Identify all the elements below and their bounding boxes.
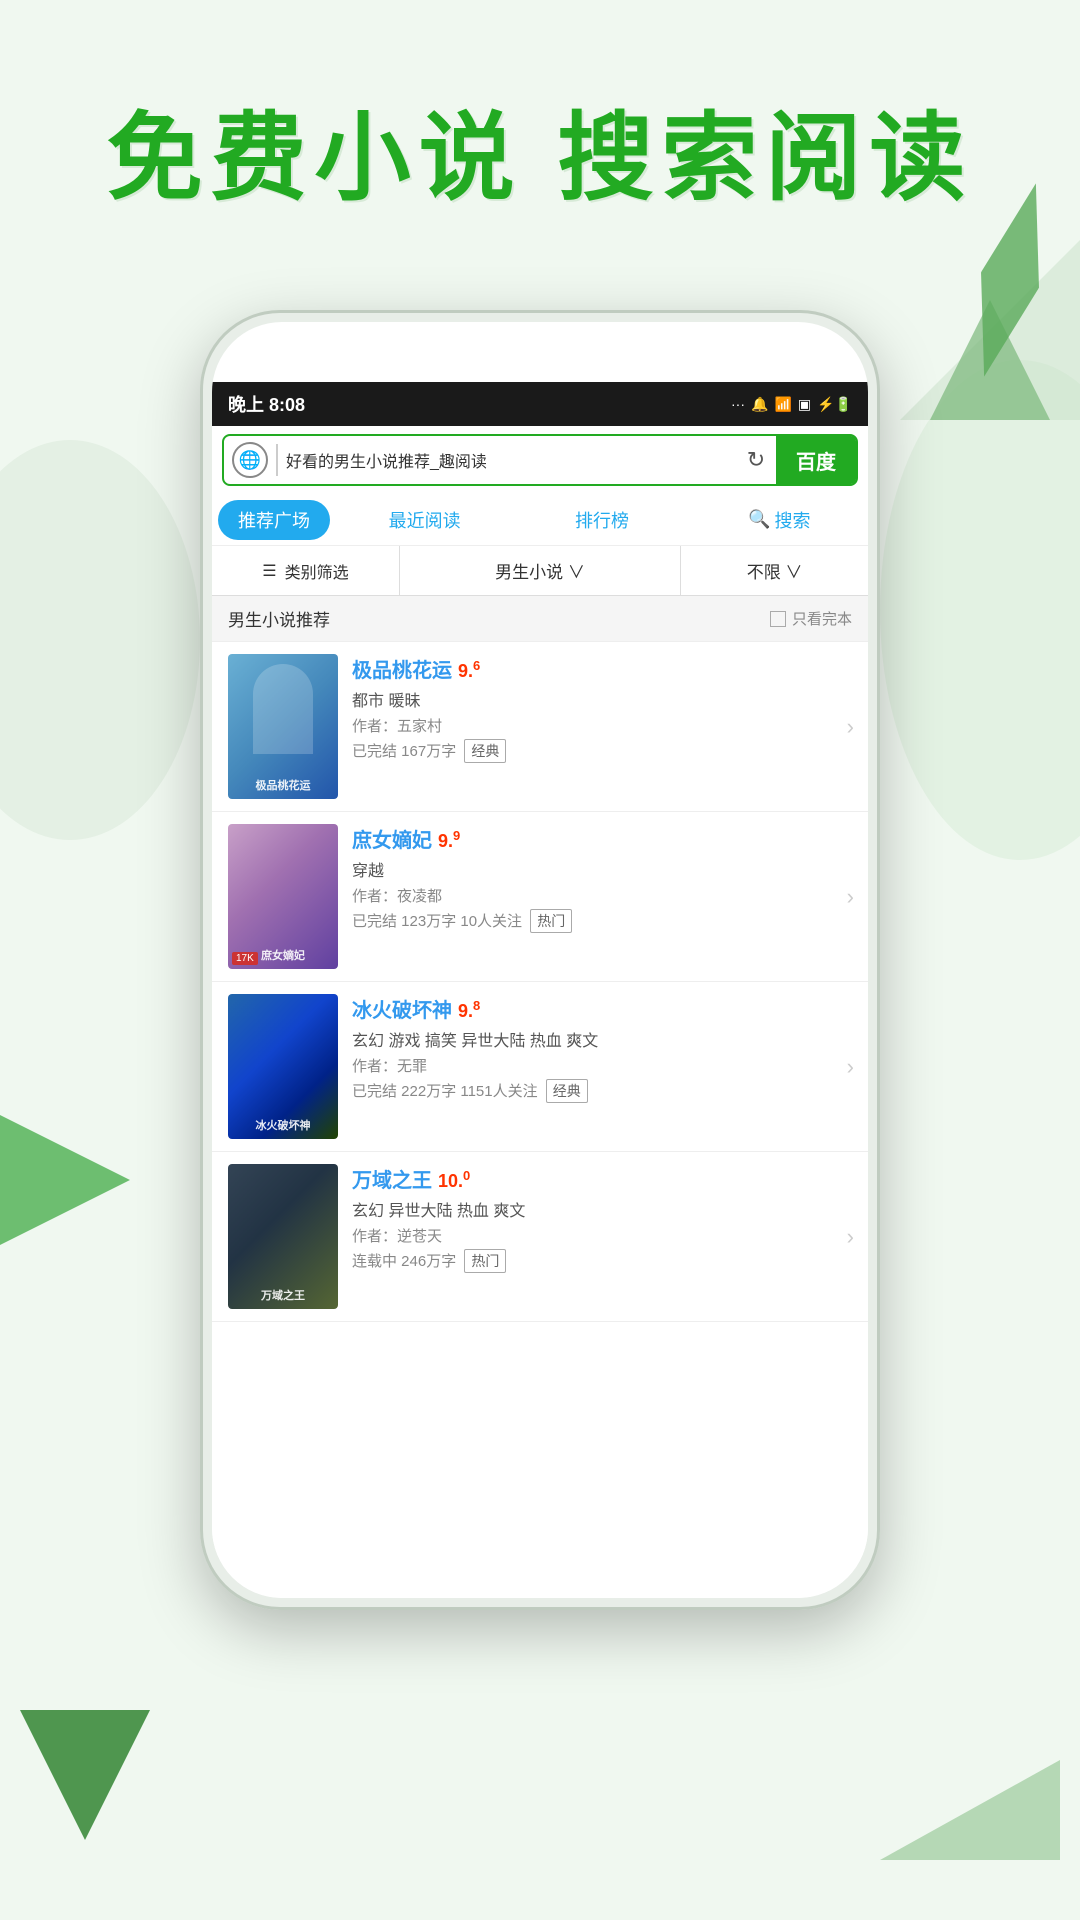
filter-limit-label: 不限 ∨ — [747, 558, 803, 583]
book-genre-1: 都市 暖昧 — [352, 687, 828, 711]
book-rating-2: 9.9 — [438, 828, 460, 852]
book-item[interactable]: 极品桃花运 极品桃花运 9.6 都市 暖昧 作者：五家村 — [212, 642, 868, 812]
cover-text-4: 万域之王 — [232, 1287, 334, 1303]
book-author-1: 作者：五家村 — [352, 715, 828, 736]
book-meta-2: 已完结 123万字 10人关注 热门 — [352, 909, 828, 933]
book-info-4: 万域之王 10.0 玄幻 异世大陆 热血 爽文 作者：逆苍天 连载中 246万字… — [338, 1164, 852, 1273]
battery-icon: ⚡🔋 — [817, 396, 852, 413]
refresh-icon[interactable]: ↻ — [736, 440, 776, 480]
book-rating-1: 9.6 — [458, 658, 480, 682]
book-meta-4: 连载中 246万字 热门 — [352, 1249, 828, 1273]
screen: 晚上 8:08 ··· 🔔 📶 ▣ ⚡🔋 🌐 好看的男生小说推荐_趣阅读 ↻ — [212, 382, 868, 1598]
only-complete-checkbox[interactable] — [770, 611, 786, 627]
browser-bar[interactable]: 🌐 好看的男生小说推荐_趣阅读 ↻ 百度 — [222, 434, 858, 486]
cover-text-3: 冰火破坏神 — [232, 1117, 334, 1133]
filter-category-label: 类别筛选 — [285, 559, 349, 583]
baidu-button[interactable]: 百度 — [776, 436, 856, 484]
section-filter[interactable]: 只看完本 — [770, 608, 852, 629]
book-rating-4: 10.0 — [438, 1168, 470, 1192]
only-complete-label: 只看完本 — [792, 608, 852, 629]
bg-tri-top-right — [900, 220, 1080, 420]
mute-icon: 🔔 — [751, 396, 768, 413]
book-info-1: 极品桃花运 9.6 都市 暖昧 作者：五家村 已完结 167万字 经典 — [338, 654, 852, 763]
bg-tri-top-right2 — [930, 300, 1050, 420]
filter-gender[interactable]: 男生小说 ∨ — [400, 546, 681, 595]
section-title: 男生小说推荐 — [228, 606, 330, 631]
filter-limit[interactable]: 不限 ∨ — [681, 546, 868, 595]
book-cover-2: 庶女嫡妃 17K — [228, 824, 338, 969]
book-cover-3: 冰火破坏神 — [228, 994, 338, 1139]
tab-search[interactable]: 🔍 搜索 — [691, 494, 868, 545]
book-genre-3: 玄幻 游戏 搞笑 异世大陆 热血 爽文 — [352, 1027, 828, 1051]
filter-category[interactable]: ☰ 类别筛选 — [212, 546, 400, 595]
book-title-1: 极品桃花运 — [352, 654, 452, 683]
badge-17k: 17K — [232, 952, 258, 965]
book-title-4: 万域之王 — [352, 1164, 432, 1193]
globe-icon: 🌐 — [232, 442, 268, 478]
book-list: 极品桃花运 极品桃花运 9.6 都市 暖昧 作者：五家村 — [212, 642, 868, 1322]
status-icons: ··· 🔔 📶 ▣ ⚡🔋 — [731, 396, 852, 413]
tab-recent[interactable]: 最近阅读 — [336, 494, 513, 545]
book-meta-1: 已完结 167万字 经典 — [352, 739, 828, 763]
status-bar: 晚上 8:08 ··· 🔔 📶 ▣ ⚡🔋 — [212, 382, 868, 426]
phone-inner: 晚上 8:08 ··· 🔔 📶 ▣ ⚡🔋 🌐 好看的男生小说推荐_趣阅读 ↻ — [212, 322, 868, 1598]
filter-bar: ☰ 类别筛选 男生小说 ∨ 不限 ∨ — [212, 546, 868, 596]
book-genre-2: 穿越 — [352, 857, 828, 881]
phone-outer: 晚上 8:08 ··· 🔔 📶 ▣ ⚡🔋 🌐 好看的男生小说推荐_趣阅读 ↻ — [200, 310, 880, 1610]
tab-recommended[interactable]: 推荐广场 — [218, 500, 330, 540]
chevron-right-icon-3: › — [847, 1054, 854, 1080]
bg-tri-left-bottom — [20, 1710, 150, 1840]
book-cover-4: 万域之王 — [228, 1164, 338, 1309]
book-tag-1: 经典 — [464, 739, 506, 763]
tab-ranking[interactable]: 排行榜 — [513, 494, 690, 545]
book-title-row-3: 冰火破坏神 9.8 — [352, 994, 828, 1023]
book-info-3: 冰火破坏神 9.8 玄幻 游戏 搞笑 异世大陆 热血 爽文 作者：无罪 已完结 … — [338, 994, 852, 1103]
tab-bar: 推荐广场 最近阅读 排行榜 🔍 搜索 — [212, 494, 868, 546]
book-tag-4: 热门 — [464, 1249, 506, 1273]
chevron-right-icon-2: › — [847, 884, 854, 910]
book-item-4[interactable]: 万域之王 万域之王 10.0 玄幻 异世大陆 热血 爽文 作者：逆苍天 — [212, 1152, 868, 1322]
bg-tri-left-mid — [0, 1100, 130, 1260]
browser-url[interactable]: 好看的男生小说推荐_趣阅读 — [286, 448, 736, 472]
book-item-2[interactable]: 庶女嫡妃 17K 庶女嫡妃 9.9 穿越 作者：夜凌都 — [212, 812, 868, 982]
book-title-row-1: 极品桃花运 9.6 — [352, 654, 828, 683]
browser-divider — [276, 444, 278, 476]
header: 免费小说 搜索阅读 — [0, 80, 1080, 219]
cover-text-1: 极品桃花运 — [232, 777, 334, 793]
search-icon: 🔍 — [748, 509, 770, 530]
filter-category-icon: ☰ — [262, 561, 276, 581]
book-author-2: 作者：夜凌都 — [352, 885, 828, 906]
tab-search-inner: 🔍 搜索 — [748, 507, 810, 533]
signal-icon: ··· — [731, 396, 745, 412]
bg-oval-right — [880, 360, 1080, 860]
book-meta-3: 已完结 222万字 1151人关注 经典 — [352, 1079, 828, 1103]
screen-icon: ▣ — [798, 396, 811, 413]
book-title-row-4: 万域之王 10.0 — [352, 1164, 828, 1193]
book-rating-3: 9.8 — [458, 998, 480, 1022]
book-tag-3: 经典 — [546, 1079, 588, 1103]
filter-gender-label: 男生小说 ∨ — [495, 558, 585, 583]
status-time: 晚上 8:08 — [228, 391, 305, 417]
bg-tri-bottom-right — [880, 1760, 1060, 1860]
phone-mockup: 晚上 8:08 ··· 🔔 📶 ▣ ⚡🔋 🌐 好看的男生小说推荐_趣阅读 ↻ — [200, 310, 880, 1610]
book-title-2: 庶女嫡妃 — [352, 824, 432, 853]
book-author-4: 作者：逆苍天 — [352, 1225, 828, 1246]
chevron-right-icon-4: › — [847, 1224, 854, 1250]
chevron-right-icon-1: › — [847, 714, 854, 740]
book-author-3: 作者：无罪 — [352, 1055, 828, 1076]
book-title-3: 冰火破坏神 — [352, 994, 452, 1023]
book-item-3[interactable]: 冰火破坏神 冰火破坏神 9.8 玄幻 游戏 搞笑 异世大陆 热血 爽文 作者：无… — [212, 982, 868, 1152]
section-header: 男生小说推荐 只看完本 — [212, 596, 868, 642]
char-figure-1 — [253, 664, 313, 754]
bg-oval-left — [0, 440, 200, 840]
book-info-2: 庶女嫡妃 9.9 穿越 作者：夜凌都 已完结 123万字 10人关注 热门 — [338, 824, 852, 933]
book-cover-1: 极品桃花运 — [228, 654, 338, 799]
book-tag-2: 热门 — [530, 909, 572, 933]
wifi-icon: 📶 — [774, 396, 791, 413]
book-title-row-2: 庶女嫡妃 9.9 — [352, 824, 828, 853]
book-genre-4: 玄幻 异世大陆 热血 爽文 — [352, 1197, 828, 1221]
header-title: 免费小说 搜索阅读 — [0, 80, 1080, 219]
